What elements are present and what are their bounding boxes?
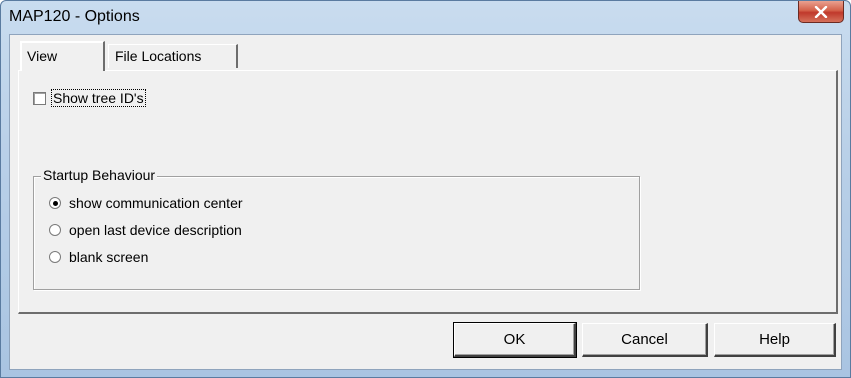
radio-dot-icon xyxy=(52,200,58,206)
tab-view-label: View xyxy=(27,48,58,64)
tab-file-locations[interactable]: File Locations xyxy=(108,44,238,68)
cancel-button-label: Cancel xyxy=(621,331,668,348)
radio-option-show-communication-center[interactable]: show communication center xyxy=(49,195,243,211)
title-bar[interactable]: MAP120 - Options xyxy=(1,1,850,33)
show-tree-ids-label: Show tree ID's xyxy=(51,89,146,107)
startup-behaviour-group: Startup Behaviour show communication cen… xyxy=(33,167,640,290)
radio-label: blank screen xyxy=(69,249,149,265)
show-tree-ids-option[interactable]: Show tree ID's xyxy=(33,89,146,107)
radio-label: open last device description xyxy=(69,222,242,238)
ok-button[interactable]: OK xyxy=(453,322,577,358)
radio-button-selected[interactable] xyxy=(49,197,61,209)
cancel-button[interactable]: Cancel xyxy=(582,323,708,357)
radio-button[interactable] xyxy=(49,251,61,263)
tab-view[interactable]: View xyxy=(20,41,105,71)
radio-option-open-last-device-description[interactable]: open last device description xyxy=(49,222,242,238)
tab-file-locations-label: File Locations xyxy=(115,48,202,64)
help-button[interactable]: Help xyxy=(714,323,836,357)
startup-behaviour-legend: Startup Behaviour xyxy=(41,167,158,183)
dialog-client-area: View File Locations Show tree ID's Start… xyxy=(9,34,842,370)
show-tree-ids-checkbox[interactable] xyxy=(33,91,46,105)
close-button[interactable] xyxy=(798,1,844,23)
radio-button[interactable] xyxy=(49,224,61,236)
close-x-icon xyxy=(814,5,828,18)
ok-button-label: OK xyxy=(503,331,526,348)
radio-label: show communication center xyxy=(69,195,243,211)
radio-option-blank-screen[interactable]: blank screen xyxy=(49,249,148,265)
options-dialog: MAP120 - Options View File Locations Sho… xyxy=(0,0,851,378)
help-button-label: Help xyxy=(759,331,790,348)
window-title: MAP120 - Options xyxy=(9,8,140,25)
